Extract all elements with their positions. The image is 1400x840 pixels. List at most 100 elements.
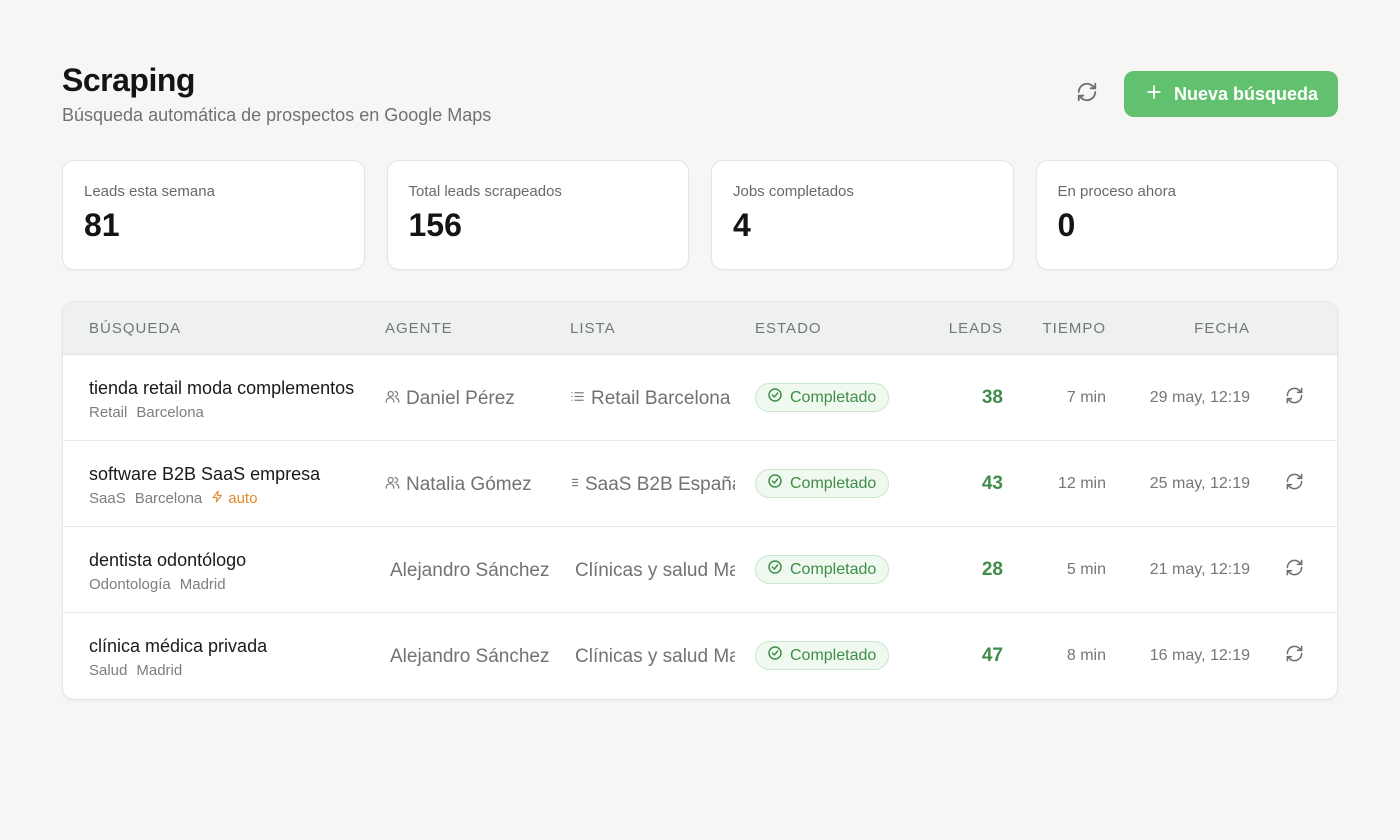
refresh-icon	[1285, 472, 1304, 496]
agent-name: Alejandro Sánchez	[390, 560, 550, 581]
duration: 12 min	[1057, 475, 1106, 492]
table-row[interactable]: software B2B SaaS empresa SaaS Barcelona…	[63, 441, 1337, 527]
stat-label: Leads esta semana	[84, 183, 215, 200]
stat-label: En proceso ahora	[1057, 183, 1176, 200]
stat-value: 156	[408, 207, 462, 243]
table-header: BÚSQUEDA AGENTE LISTA ESTADO LEADS TIEMP…	[63, 302, 1337, 355]
jobs-table: BÚSQUEDA AGENTE LISTA ESTADO LEADS TIEMP…	[62, 301, 1338, 700]
status-text: Completado	[790, 646, 877, 664]
duration: 8 min	[1066, 647, 1106, 664]
refresh-icon	[1285, 644, 1304, 668]
column-header-fecha[interactable]: FECHA	[1123, 302, 1250, 355]
agent-name: Daniel Pérez	[406, 388, 515, 409]
list-name: Clínicas y salud Madrid	[575, 560, 735, 581]
column-header-leads[interactable]: LEADS	[923, 302, 1003, 355]
tag-category: Retail	[89, 404, 128, 421]
leads-count: 43	[981, 473, 1003, 494]
check-circle-icon	[767, 559, 783, 580]
refresh-button[interactable]	[1068, 75, 1106, 113]
stat-value: 81	[84, 207, 120, 243]
list-name: Clínicas y salud Madrid	[575, 646, 735, 667]
agent-name: Natalia Gómez	[406, 474, 532, 495]
tag-category: Salud	[89, 662, 128, 679]
column-header-estado[interactable]: ESTADO	[755, 302, 822, 355]
table-row[interactable]: clínica médica privada Salud Madrid Alej…	[63, 613, 1337, 699]
stat-label: Total leads scrapeados	[408, 183, 562, 200]
new-search-button[interactable]: Nueva búsqueda	[1123, 71, 1338, 117]
refresh-icon	[1285, 558, 1304, 582]
date: 16 may, 12:19	[1149, 647, 1250, 664]
stat-label: Jobs completados	[733, 183, 854, 200]
query-title: tienda retail moda complementos	[89, 378, 355, 398]
rerun-button[interactable]	[1281, 471, 1307, 497]
header-actions: Nueva búsqueda	[1068, 71, 1338, 117]
lightning-icon	[211, 490, 224, 508]
stats-row: Leads esta semana 81 Total leads scrapea…	[62, 160, 1338, 270]
auto-label: auto	[228, 490, 258, 507]
date: 25 may, 12:19	[1149, 475, 1250, 492]
refresh-icon	[1285, 386, 1304, 410]
list-cell: Retail Barcelona	[570, 388, 735, 410]
column-header-lista[interactable]: LISTA	[570, 302, 616, 355]
rerun-button[interactable]	[1281, 385, 1307, 411]
status-badge: Completado	[755, 641, 890, 670]
list-name: Retail Barcelona	[591, 388, 731, 409]
query-tags: SaaS Barcelona auto	[89, 490, 257, 508]
status-badge: Completado	[755, 469, 890, 498]
stat-card-total-leads: Total leads scrapeados 156	[386, 160, 689, 270]
tag-category: Odontología	[89, 576, 171, 593]
status-text: Completado	[790, 388, 877, 406]
users-icon	[385, 388, 400, 410]
refresh-icon	[1076, 81, 1098, 108]
check-circle-icon	[767, 645, 783, 666]
check-circle-icon	[767, 473, 783, 494]
status-text: Completado	[790, 560, 877, 578]
column-header-agente[interactable]: AGENTE	[385, 302, 453, 355]
column-header-busqueda[interactable]: BÚSQUEDA	[89, 302, 181, 355]
users-icon	[385, 474, 400, 496]
tag-location: Madrid	[179, 576, 226, 593]
table-row[interactable]: tienda retail moda complementos Retail B…	[63, 355, 1337, 441]
leads-count: 38	[981, 387, 1003, 408]
stat-value: 4	[733, 207, 751, 243]
rerun-button[interactable]	[1281, 643, 1307, 669]
tag-location: Barcelona	[134, 490, 203, 507]
date: 29 may, 12:19	[1149, 389, 1250, 406]
tag-category: SaaS	[89, 490, 126, 507]
rerun-button[interactable]	[1281, 557, 1307, 583]
check-circle-icon	[767, 387, 783, 408]
stat-card-jobs-completed: Jobs completados 4	[711, 160, 1014, 270]
plus-icon	[1144, 82, 1164, 107]
agent-cell: Natalia Gómez	[385, 474, 532, 496]
status-badge: Completado	[755, 383, 890, 412]
list-cell: SaaS B2B España	[570, 474, 735, 496]
stat-card-leads-week: Leads esta semana 81	[62, 160, 365, 270]
table-row[interactable]: dentista odontólogo Odontología Madrid A…	[63, 527, 1337, 613]
stat-card-in-process: En proceso ahora 0	[1035, 160, 1338, 270]
date: 21 may, 12:19	[1149, 561, 1250, 578]
tag-location: Barcelona	[136, 404, 204, 421]
leads-count: 28	[981, 559, 1003, 580]
list-cell: Clínicas y salud Madrid	[575, 560, 735, 582]
query-tags: Salud Madrid	[89, 662, 182, 680]
status-badge: Completado	[755, 555, 890, 584]
tag-location: Madrid	[136, 662, 183, 679]
agent-cell: Alejandro Sánchez	[390, 560, 550, 582]
column-header-tiempo[interactable]: TIEMPO	[1023, 302, 1106, 355]
page-header: Scraping Búsqueda automática de prospect…	[62, 62, 1338, 132]
query-tags: Odontología Madrid	[89, 576, 226, 594]
status-text: Completado	[790, 474, 877, 492]
agent-cell: Alejandro Sánchez	[390, 646, 550, 668]
auto-tag: auto	[211, 490, 257, 508]
agent-name: Alejandro Sánchez	[390, 646, 550, 667]
agent-cell: Daniel Pérez	[385, 388, 515, 410]
list-name: SaaS B2B España	[585, 474, 735, 495]
query-title: clínica médica privada	[89, 636, 268, 656]
new-search-label: Nueva búsqueda	[1173, 83, 1318, 104]
list-cell: Clínicas y salud Madrid	[575, 646, 735, 668]
stat-value: 0	[1057, 207, 1076, 243]
duration: 7 min	[1066, 389, 1106, 406]
query-title: dentista odontólogo	[89, 550, 247, 570]
duration: 5 min	[1066, 561, 1106, 578]
query-tags: Retail Barcelona	[89, 404, 204, 422]
